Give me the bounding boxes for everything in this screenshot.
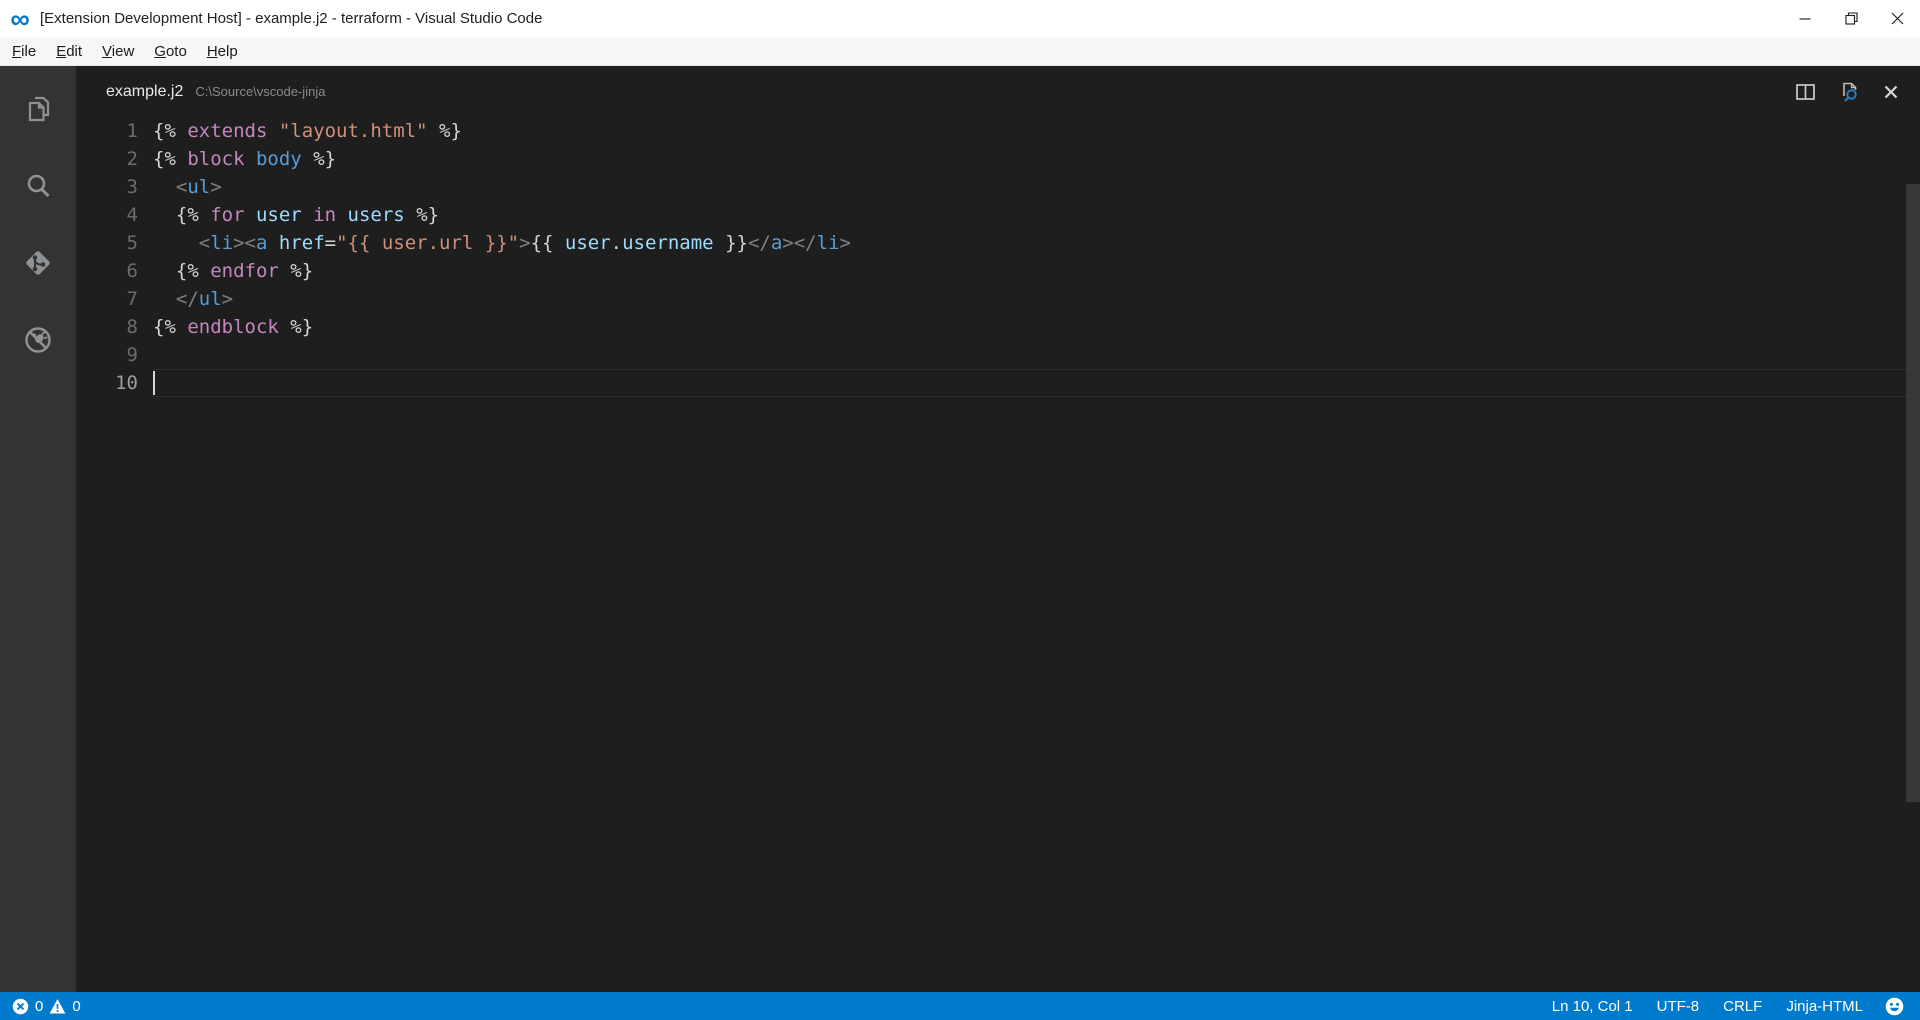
files-icon [23, 94, 53, 124]
error-count: 0 [35, 998, 43, 1015]
open-file-path: C:\Source\vscode-jinja [195, 84, 325, 99]
split-editor-button[interactable] [1796, 84, 1815, 100]
menu-file[interactable]: File [2, 40, 46, 63]
line-number: 10 [76, 369, 153, 397]
feedback-button[interactable] [1875, 997, 1910, 1016]
line-number: 7 [76, 285, 153, 313]
line-number: 4 [76, 201, 153, 229]
status-language-mode[interactable]: Jinja-HTML [1774, 998, 1875, 1015]
menu-edit[interactable]: Edit [46, 40, 92, 63]
error-icon [12, 998, 29, 1015]
code-line-4: 4 {% for user in users %} [76, 201, 1920, 229]
close-icon [1884, 85, 1898, 99]
line-text: {% extends "layout.html" %} [153, 117, 1920, 145]
git-icon [23, 248, 53, 278]
editor-scrollbar [1906, 117, 1920, 992]
warning-icon [49, 998, 66, 1015]
status-cursor-position[interactable]: Ln 10, Col 1 [1540, 998, 1645, 1015]
code-line-10: 10 [76, 369, 1920, 397]
code-line-2: 2{% block body %} [76, 145, 1920, 173]
activity-debug[interactable] [0, 301, 76, 378]
line-number: 5 [76, 229, 153, 257]
status-encoding[interactable]: UTF-8 [1645, 998, 1712, 1015]
activity-explorer[interactable] [0, 70, 76, 147]
code-line-9: 9 [76, 341, 1920, 369]
main-area: example.j2 C:\Source\vscode-jinja [0, 66, 1920, 992]
line-text [153, 369, 1920, 397]
feedback-smiley-icon [1885, 997, 1904, 1016]
line-text: {% for user in users %} [153, 201, 1920, 229]
open-preview-icon [1839, 82, 1860, 102]
editor-group: example.j2 C:\Source\vscode-jinja [76, 66, 1920, 992]
line-number: 1 [76, 117, 153, 145]
code-editor[interactable]: 1{% extends "layout.html" %}2{% block bo… [76, 117, 1920, 992]
open-preview-button[interactable] [1839, 82, 1860, 102]
editor-actions [1796, 82, 1898, 102]
status-problems[interactable]: 0 0 [0, 998, 81, 1015]
line-text: <ul> [153, 173, 1920, 201]
code-line-5: 5 <li><a href="{{ user.url }}">{{ user.u… [76, 229, 1920, 257]
code-line-3: 3 <ul> [76, 173, 1920, 201]
statusbar: 0 0 Ln 10, Col 1 UTF-8 CRLF Jinja-HTML [0, 992, 1920, 1020]
activity-bar [0, 66, 76, 992]
debug-disabled-icon [23, 325, 53, 355]
line-text: </ul> [153, 285, 1920, 313]
statusbar-right: Ln 10, Col 1 UTF-8 CRLF Jinja-HTML [1540, 997, 1920, 1016]
open-file-name: example.j2 [106, 83, 183, 101]
line-number: 6 [76, 257, 153, 285]
window-title: [Extension Development Host] - example.j… [40, 10, 542, 27]
line-text: <li><a href="{{ user.url }}">{{ user.use… [153, 229, 1920, 257]
warning-count: 0 [72, 998, 80, 1015]
line-text: {% block body %} [153, 145, 1920, 173]
line-text: {% endblock %} [153, 313, 1920, 341]
line-number: 9 [76, 341, 153, 369]
titlebar: ∞ [Extension Development Host] - example… [0, 0, 1920, 37]
line-number: 3 [76, 173, 153, 201]
minimize-icon [1799, 13, 1811, 25]
close-icon [1891, 12, 1904, 25]
code-line-8: 8{% endblock %} [76, 313, 1920, 341]
status-eol[interactable]: CRLF [1711, 998, 1774, 1015]
editor-title: example.j2 C:\Source\vscode-jinja [76, 66, 1920, 117]
menu-goto[interactable]: Goto [144, 40, 197, 63]
minimize-button[interactable] [1782, 0, 1828, 37]
line-number: 8 [76, 313, 153, 341]
window-controls [1782, 0, 1920, 37]
line-text [153, 341, 1920, 369]
code-line-7: 7 </ul> [76, 285, 1920, 313]
text-cursor [153, 371, 155, 395]
search-icon [23, 171, 53, 201]
menu-help[interactable]: Help [197, 40, 248, 63]
code-line-6: 6 {% endfor %} [76, 257, 1920, 285]
close-editor-button[interactable] [1884, 85, 1898, 99]
line-number: 2 [76, 145, 153, 173]
restore-icon [1845, 12, 1858, 25]
close-button[interactable] [1874, 0, 1920, 37]
code-line-1: 1{% extends "layout.html" %} [76, 117, 1920, 145]
menu-view[interactable]: View [92, 40, 144, 63]
activity-search[interactable] [0, 147, 76, 224]
editor-scrollbar-thumb[interactable] [1906, 184, 1920, 802]
restore-button[interactable] [1828, 0, 1874, 37]
line-text: {% endfor %} [153, 257, 1920, 285]
activity-source-control[interactable] [0, 224, 76, 301]
split-editor-icon [1796, 84, 1815, 100]
vscode-logo-icon: ∞ [8, 7, 32, 31]
menubar: FileEditViewGotoHelp [0, 37, 1920, 66]
